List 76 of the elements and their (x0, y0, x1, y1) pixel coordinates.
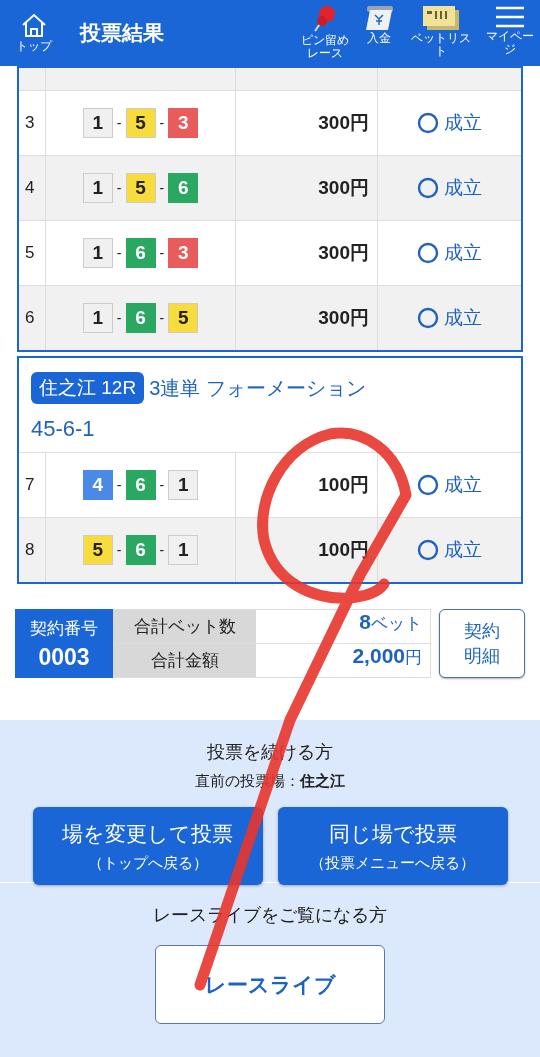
stat-value: 2,000円 (352, 644, 422, 669)
status-text: 成立 (444, 473, 482, 497)
contract-label: 契約番号 (30, 617, 98, 640)
bet-type: 3連単 フォーメーション (149, 375, 366, 401)
bet-amount: 300円 (318, 111, 369, 135)
dash: - (116, 542, 122, 558)
bet-amount: 300円 (318, 306, 369, 330)
header-action[interactable]: マイページ (480, 0, 540, 66)
dash: - (159, 542, 165, 558)
home-icon (20, 11, 48, 38)
bet-amount: 300円 (318, 176, 369, 200)
stat-label: 合計金額 (150, 650, 219, 672)
bet-amount: 100円 (318, 538, 369, 562)
header-action[interactable]: 入金 (356, 0, 402, 66)
dash: - (159, 310, 165, 326)
stat-label: 合計ベット数 (133, 616, 236, 638)
contract-number: 0003 (38, 643, 90, 671)
boat-number: 6 (125, 303, 156, 333)
status-text: 成立 (444, 241, 482, 265)
boat-number: 5 (125, 173, 156, 203)
dash: - (159, 477, 165, 493)
boat-number: 5 (125, 108, 156, 138)
header-action[interactable]: ピン留め レース (294, 0, 356, 66)
row-number: 8 (25, 540, 35, 560)
row-number: 5 (25, 243, 35, 263)
boat-number: 6 (168, 173, 199, 203)
row-number: 6 (25, 308, 35, 328)
venue-tag: 住之江 12R (31, 372, 145, 404)
bet-amount: 300円 (318, 241, 369, 265)
status-text: 成立 (444, 111, 482, 135)
dash: - (116, 477, 122, 493)
stat-value: 8ベット (359, 610, 422, 635)
vote-button[interactable]: 同じ場で投票 （投票メニューへ戻る） (277, 807, 508, 885)
boat-number: 1 (82, 173, 113, 203)
dash: - (159, 245, 165, 261)
combination-text: 45-6-1 (31, 416, 96, 442)
dash: - (116, 180, 122, 196)
boat-number: 5 (82, 535, 113, 565)
boat-number: 1 (168, 535, 199, 565)
row-number: 7 (25, 475, 35, 495)
boat-number: 1 (82, 238, 113, 268)
status-text: 成立 (444, 306, 482, 330)
circle-icon (417, 177, 439, 199)
status-text: 成立 (444, 538, 482, 562)
dash: - (116, 245, 122, 261)
contract-detail-button[interactable]: 契約 明細 (439, 609, 525, 678)
circle-icon (417, 112, 439, 134)
circle-icon (417, 242, 439, 264)
circle-icon (417, 474, 439, 496)
dash: - (159, 180, 165, 196)
boat-number: 6 (125, 535, 156, 565)
ticket-stack-icon (421, 4, 461, 32)
circle-icon (417, 539, 439, 561)
boat-number: 3 (168, 108, 199, 138)
dash: - (116, 310, 122, 326)
row-number: 4 (25, 178, 35, 198)
header-action[interactable]: ベットリスト (402, 0, 480, 66)
race-live-button[interactable]: レースライブ (155, 945, 385, 1024)
boat-number: 6 (125, 470, 156, 500)
menu-icon (495, 4, 525, 30)
page-title: 投票結果 (80, 20, 165, 46)
boat-number: 1 (168, 470, 199, 500)
boat-number: 1 (82, 303, 113, 333)
boat-number: 1 (82, 108, 113, 138)
boat-number: 3 (168, 238, 199, 268)
row-number: 3 (25, 113, 35, 133)
circle-icon (417, 307, 439, 329)
vote-button[interactable]: 場を変更して投票 （トップへ戻る） (32, 807, 263, 885)
home-button[interactable]: トップ (0, 0, 68, 66)
boat-number: 5 (168, 303, 199, 333)
dash: - (116, 115, 122, 131)
status-text: 成立 (444, 176, 482, 200)
boat-number: 4 (82, 470, 113, 500)
bet-amount: 100円 (318, 473, 369, 497)
boat-number: 6 (125, 238, 156, 268)
dash: - (159, 115, 165, 131)
